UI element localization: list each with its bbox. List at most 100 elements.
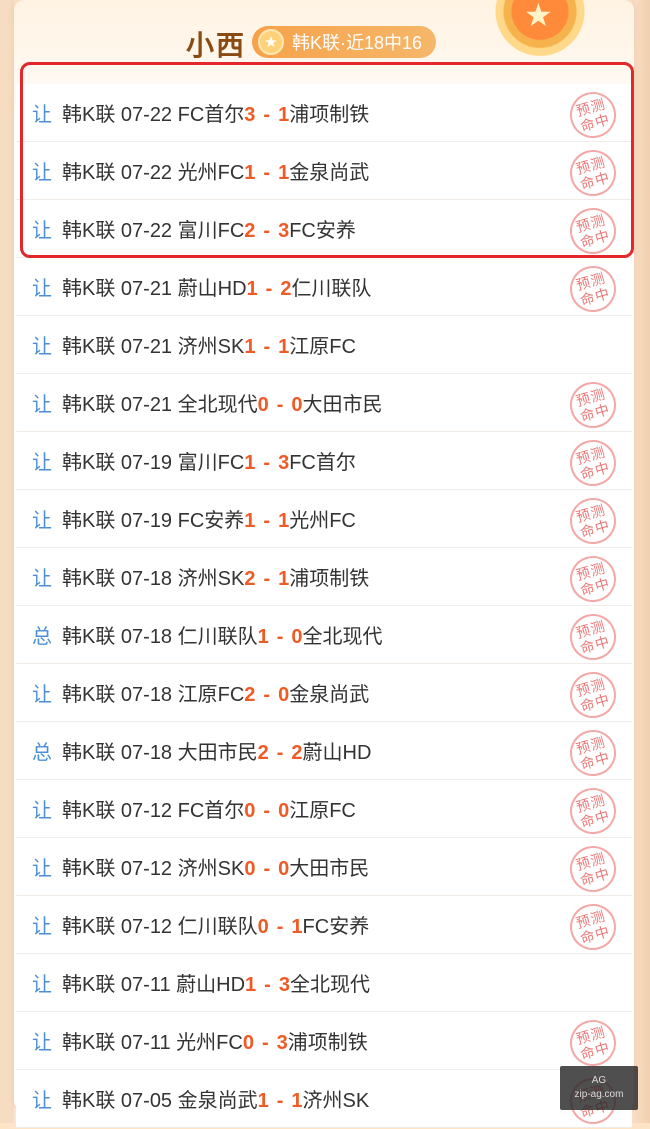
record-badge: ★ 韩K联·近18中16 bbox=[252, 26, 437, 58]
match-date: 07-05 bbox=[120, 1090, 173, 1112]
away-team: 江原FC bbox=[289, 336, 356, 358]
home-score: 2 bbox=[244, 220, 256, 242]
league-name: 韩K联 bbox=[62, 568, 116, 590]
match-text: 韩K联 07-18 济州SK2-1浦项制铁 bbox=[62, 562, 369, 591]
home-team: 济州SK bbox=[177, 568, 245, 590]
away-score: 1 bbox=[278, 104, 290, 126]
away-score: 0 bbox=[278, 800, 290, 822]
away-team: 浦项制铁 bbox=[289, 568, 370, 590]
score-separator: - bbox=[263, 336, 271, 358]
expert-name: 小西 bbox=[186, 30, 247, 61]
home-team: 仁川联队 bbox=[177, 916, 258, 938]
prediction-hit-stamp: 预测命中 bbox=[564, 144, 622, 202]
league-name: 韩K联 bbox=[62, 626, 116, 648]
prediction-hit-stamp: 预测命中 bbox=[564, 550, 622, 608]
prediction-hit-stamp: 预测命中 bbox=[564, 202, 622, 260]
league-name: 韩K联 bbox=[62, 452, 116, 474]
match-date: 07-21 bbox=[120, 336, 173, 358]
away-score: 1 bbox=[291, 1090, 303, 1112]
match-date: 07-22 bbox=[120, 162, 173, 184]
match-date: 07-18 bbox=[120, 568, 173, 590]
home-team: 金泉尚武 bbox=[177, 1090, 258, 1112]
score-separator: - bbox=[263, 220, 271, 242]
league-name: 韩K联 bbox=[62, 394, 116, 416]
home-score: 2 bbox=[257, 742, 269, 764]
match-text: 韩K联 07-19 FC安养1-1光州FC bbox=[62, 504, 356, 533]
match-row[interactable]: 让韩K联 07-21 蔚山HD1-2仁川联队 预测 命中 bbox=[16, 258, 632, 318]
match-row[interactable]: 让韩K联 07-22 富川FC2-3FC安养 预测 命中 bbox=[16, 200, 632, 260]
score-separator: - bbox=[263, 858, 271, 880]
match-date: 07-12 bbox=[120, 858, 173, 880]
score-separator: - bbox=[264, 974, 271, 996]
match-text: 韩K联 07-19 富川FC1-3FC首尔 bbox=[62, 446, 356, 475]
page-background-left bbox=[0, 0, 14, 1123]
match-text: 韩K联 07-11 光州FC0-3浦项制铁 bbox=[62, 1026, 368, 1055]
bet-type-label: 让 bbox=[32, 974, 52, 996]
match-row[interactable]: 让韩K联 07-21 济州SK1-1江原FC bbox=[16, 316, 632, 374]
bet-type-label: 让 bbox=[32, 568, 52, 590]
match-row[interactable]: 让韩K联 07-21 全北现代0-0大田市民 预测 命中 bbox=[16, 374, 632, 434]
match-row[interactable]: 让韩K联 07-22 光州FC1-1金泉尚武 预测 命中 bbox=[16, 142, 632, 202]
home-team: 济州SK bbox=[177, 858, 245, 880]
home-score: 1 bbox=[244, 510, 256, 532]
match-text: 韩K联 07-21 济州SK1-1江原FC bbox=[62, 330, 356, 359]
league-name: 韩K联 bbox=[62, 684, 116, 706]
home-score: 0 bbox=[244, 800, 256, 822]
match-row[interactable]: 让韩K联 07-05 金泉尚武1-1济州SK预测命中 bbox=[16, 1070, 632, 1129]
match-row[interactable]: 让韩K联 07-18 济州SK2-1浦项制铁 预测 命中 bbox=[16, 548, 632, 608]
home-score: 0 bbox=[242, 1032, 254, 1054]
home-team: 大田市民 bbox=[177, 742, 258, 764]
match-text: 韩K联 07-22 FC首尔3-1浦项制铁 bbox=[62, 98, 369, 127]
bet-type-label: 让 bbox=[32, 336, 52, 358]
bet-type-label: 总 bbox=[32, 742, 52, 764]
medal-icon: ★ bbox=[494, 0, 586, 62]
away-score: 2 bbox=[280, 278, 292, 300]
star-icon: ★ bbox=[258, 29, 284, 55]
away-team: 金泉尚武 bbox=[289, 162, 370, 184]
away-team: FC首尔 bbox=[289, 452, 356, 474]
home-team: 蔚山HD bbox=[177, 278, 247, 300]
match-row[interactable]: 让韩K联 07-12 FC首尔0-0江原FC 预测 命中 bbox=[16, 780, 632, 840]
match-date: 07-19 bbox=[120, 510, 173, 532]
match-text: 韩K联 07-21 全北现代0-0大田市民 bbox=[62, 388, 383, 417]
prediction-hit-stamp: 预测命中 bbox=[564, 492, 622, 550]
match-row[interactable]: 让韩K联 07-22 FC首尔3-1浦项制铁 预测 命中 bbox=[16, 84, 632, 144]
away-score: 1 bbox=[278, 568, 290, 590]
home-team: 江原FC bbox=[177, 684, 245, 706]
home-team: 富川FC bbox=[177, 452, 245, 474]
away-score: 3 bbox=[278, 452, 290, 474]
match-row[interactable]: 总韩K联 07-18 大田市民2-2蔚山HD 预测 命中 bbox=[16, 722, 632, 782]
bet-type-label: 总 bbox=[32, 626, 52, 648]
watermark: AG zip-ag.com bbox=[560, 1066, 638, 1110]
match-row[interactable]: 让韩K联 07-11 蔚山HD1-3全北现代 bbox=[16, 954, 632, 1012]
league-name: 韩K联 bbox=[62, 278, 116, 300]
match-row[interactable]: 让韩K联 07-19 FC安养1-1光州FC 预测 命中 bbox=[16, 490, 632, 550]
match-text: 韩K联 07-18 仁川联队1-0全北现代 bbox=[62, 620, 383, 649]
match-row[interactable]: 让韩K联 07-18 江原FC2-0金泉尚武 预测 命中 bbox=[16, 664, 632, 724]
away-team: 仁川联队 bbox=[291, 278, 372, 300]
away-score: 0 bbox=[291, 394, 303, 416]
score-separator: - bbox=[276, 1090, 284, 1112]
away-score: 1 bbox=[278, 510, 290, 532]
prediction-hit-stamp: 预测命中 bbox=[564, 840, 622, 898]
match-row[interactable]: 让韩K联 07-12 济州SK0-0大田市民 预测 命中 bbox=[16, 838, 632, 898]
match-row[interactable]: 让韩K联 07-12 仁川联队0-1FC安养 预测 命中 bbox=[16, 896, 632, 956]
away-team: 全北现代 bbox=[302, 626, 383, 648]
home-team: 光州FC bbox=[177, 162, 245, 184]
bet-type-label: 让 bbox=[32, 452, 52, 474]
away-score: 0 bbox=[278, 858, 290, 880]
home-score: 0 bbox=[257, 916, 269, 938]
away-team: 大田市民 bbox=[289, 858, 370, 880]
bet-type-label: 让 bbox=[32, 510, 52, 532]
match-row[interactable]: 让韩K联 07-11 光州FC0-3浦项制铁 预测 命中 bbox=[16, 1012, 632, 1072]
away-team: 浦项制铁 bbox=[289, 104, 370, 126]
home-score: 1 bbox=[257, 626, 269, 648]
away-score: 3 bbox=[278, 220, 290, 242]
match-date: 07-22 bbox=[120, 220, 173, 242]
match-text: 韩K联 07-12 FC首尔0-0江原FC bbox=[62, 794, 356, 823]
match-list: 让韩K联 07-22 FC首尔3-1浦项制铁 预测 命中让韩K联 07-22 光州F… bbox=[16, 84, 632, 1129]
prediction-hit-stamp: 预测命中 bbox=[564, 608, 622, 666]
match-row[interactable]: 让韩K联 07-19 富川FC1-3FC首尔 预测 命中 bbox=[16, 432, 632, 492]
match-row[interactable]: 总韩K联 07-18 仁川联队1-0全北现代 预测 命中 bbox=[16, 606, 632, 666]
prediction-hit-stamp: 预测命中 bbox=[564, 666, 622, 724]
